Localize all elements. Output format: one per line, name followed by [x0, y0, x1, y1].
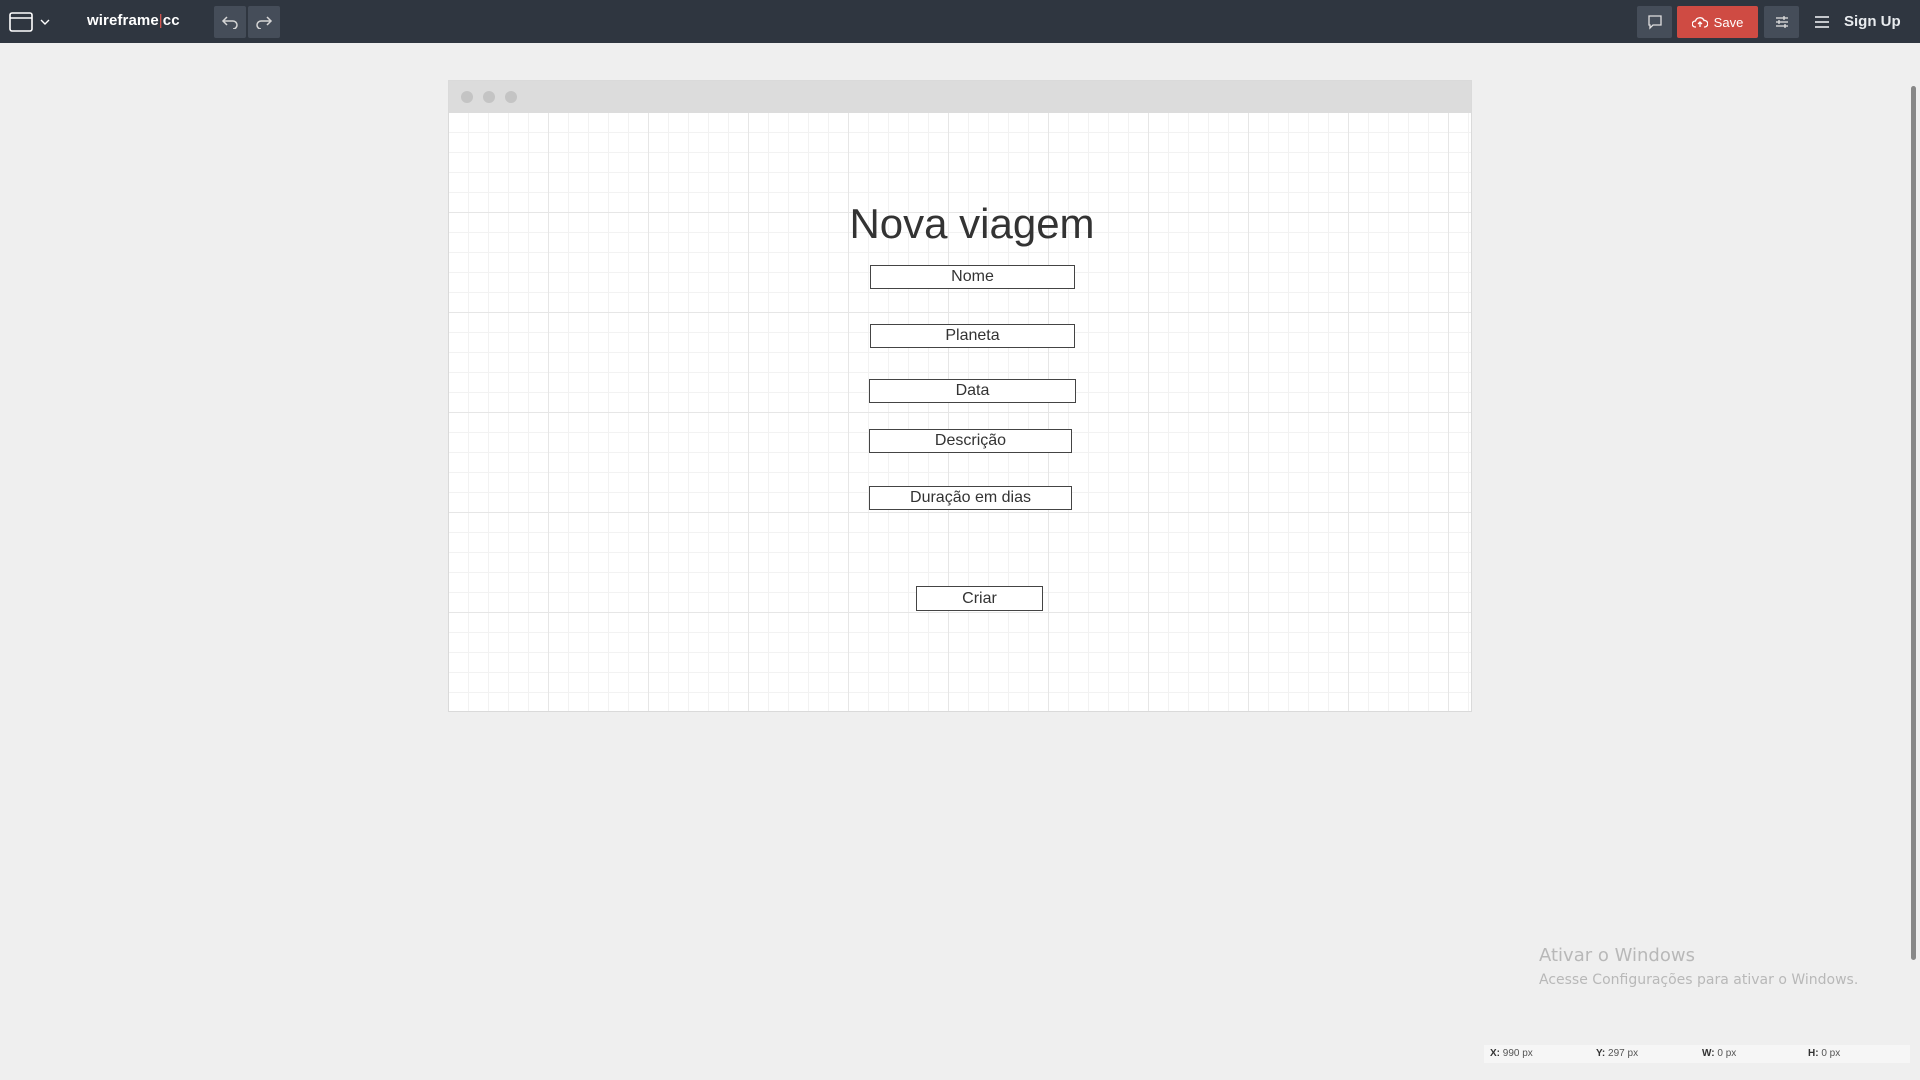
window-dot-icon — [483, 91, 495, 103]
criar-button[interactable]: Criar — [916, 586, 1043, 611]
comment-icon — [1647, 15, 1662, 30]
undo-button[interactable] — [214, 6, 246, 38]
field-data[interactable]: Data — [869, 379, 1076, 403]
browser-titlebar — [449, 81, 1471, 113]
cloud-upload-icon — [1691, 17, 1708, 28]
undo-icon — [221, 16, 238, 29]
watermark-title: Ativar o Windows — [1539, 945, 1695, 966]
x-readout: X: 990 px — [1490, 1048, 1533, 1059]
canvas-grid[interactable]: Nova viagem Nome Planeta Data Descrição … — [449, 113, 1471, 711]
page-menu-button[interactable] — [9, 10, 52, 34]
save-label: Save — [1713, 14, 1744, 30]
vertical-scrollbar[interactable] — [1911, 86, 1916, 960]
app-logo[interactable]: wireframe|cc — [87, 12, 180, 29]
browser-window-icon — [9, 12, 33, 32]
sign-up-link[interactable]: Sign Up — [1844, 13, 1901, 30]
hamburger-menu-icon[interactable] — [1813, 12, 1833, 32]
field-duracao[interactable]: Duração em dias — [869, 486, 1072, 510]
sliders-icon — [1775, 16, 1788, 28]
comment-button[interactable] — [1637, 6, 1672, 38]
wireframe-browser-frame[interactable]: Nova viagem Nome Planeta Data Descrição … — [448, 80, 1472, 712]
redo-icon — [256, 16, 273, 29]
field-label: Duração em dias — [910, 489, 1031, 506]
h-readout: H: 0 px — [1808, 1048, 1841, 1059]
field-nome[interactable]: Nome — [870, 265, 1075, 289]
field-planeta[interactable]: Planeta — [870, 324, 1075, 348]
field-label: Data — [955, 382, 990, 399]
field-label: Nome — [951, 268, 994, 285]
y-readout: Y: 297 px — [1596, 1048, 1639, 1059]
w-readout: W: 0 px — [1702, 1048, 1737, 1059]
field-descricao[interactable]: Descrição — [869, 429, 1072, 453]
settings-button[interactable] — [1764, 6, 1799, 38]
save-button[interactable]: Save — [1677, 6, 1758, 38]
chevron-down-icon — [40, 19, 50, 25]
windows-activation-watermark: Ativar o Windows Acesse Configurações pa… — [1539, 945, 1858, 988]
logo-text: wireframe — [87, 12, 159, 29]
logo-suffix: cc — [162, 12, 180, 29]
top-toolbar: wireframe|cc Save Sign Up — [0, 0, 1920, 43]
wireframe-title[interactable]: Nova viagem — [449, 200, 1471, 248]
history-controls — [214, 6, 282, 38]
field-label: Planeta — [945, 327, 1000, 344]
window-dot-icon — [505, 91, 517, 103]
watermark-subtitle: Acesse Configurações para ativar o Windo… — [1539, 972, 1859, 988]
field-label: Descrição — [934, 432, 1007, 449]
redo-button[interactable] — [248, 6, 280, 38]
coordinates-statusbar: X: 990 px Y: 297 px W: 0 px H: 0 px — [1484, 1045, 1910, 1063]
button-label: Criar — [962, 589, 997, 607]
window-dot-icon — [461, 91, 473, 103]
